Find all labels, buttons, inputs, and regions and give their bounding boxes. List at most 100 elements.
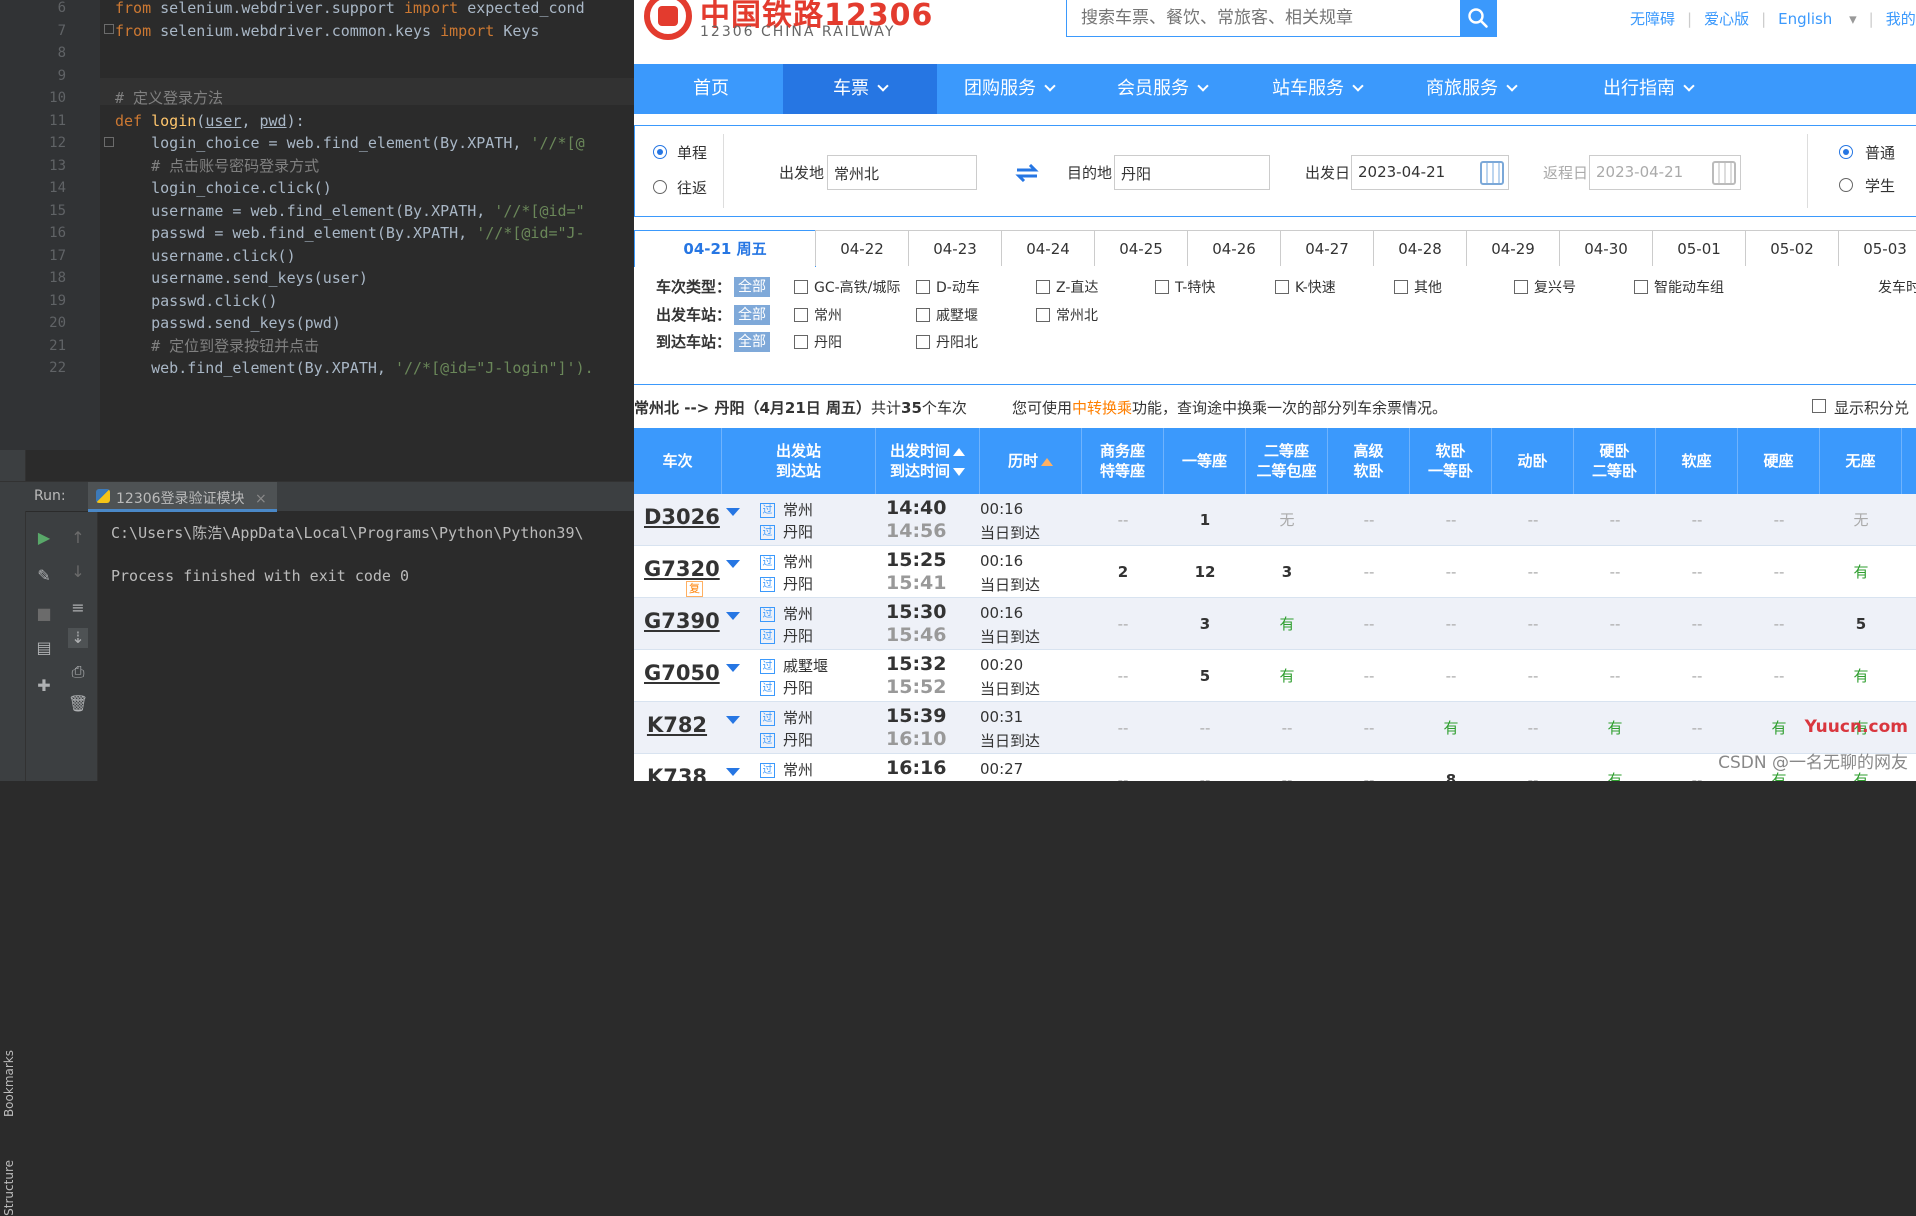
filter-checkbox[interactable] — [794, 280, 808, 294]
down-arrow-icon[interactable]: ↓ — [68, 562, 88, 582]
return-date-field[interactable]: 2023-04-21 — [1589, 155, 1741, 190]
from-station-name[interactable]: 戚墅堰 — [783, 657, 828, 675]
nav-item[interactable]: 出行指南 — [1548, 64, 1748, 114]
from-field[interactable]: 常州北 — [827, 155, 977, 190]
column-header[interactable]: 硬座 — [1738, 428, 1820, 494]
roundtrip-radio[interactable] — [653, 180, 667, 194]
column-header[interactable]: 动卧 — [1492, 428, 1574, 494]
top-link[interactable]: 无障碍 — [1630, 10, 1675, 28]
pin-icon[interactable]: ✚ — [34, 676, 54, 696]
column-header[interactable]: 硬卧 二等卧 — [1574, 428, 1656, 494]
date-tab[interactable]: 04-21 周五 — [634, 230, 816, 267]
column-header[interactable]: 一等座 — [1164, 428, 1246, 494]
date-tab[interactable]: 04-26 — [1187, 230, 1281, 266]
column-header[interactable]: 高级 软卧 — [1328, 428, 1410, 494]
seat-availability[interactable]: 有 — [1246, 650, 1328, 702]
date-tab[interactable]: 04-24 — [1001, 230, 1095, 266]
date-tab[interactable]: 04-28 — [1373, 230, 1467, 266]
train-number-link[interactable]: G7050 — [644, 661, 720, 685]
sort-up-icon[interactable] — [1041, 458, 1053, 466]
dropdown-icon[interactable] — [726, 768, 740, 776]
dropdown-icon[interactable] — [726, 664, 740, 672]
calendar-icon[interactable] — [1712, 161, 1736, 185]
filter-checkbox[interactable] — [1036, 280, 1050, 294]
to-field[interactable]: 丹阳 — [1114, 155, 1270, 190]
column-header[interactable]: 商务座 特等座 — [1082, 428, 1164, 494]
date-tab[interactable]: 05-01 — [1652, 230, 1746, 266]
dropdown-icon[interactable] — [726, 508, 740, 516]
top-link[interactable]: 我的1 — [1886, 10, 1916, 28]
filter-checkbox[interactable] — [916, 308, 930, 322]
seat-availability[interactable]: 有 — [1246, 598, 1328, 650]
date-tab[interactable]: 05-03 — [1838, 230, 1916, 266]
dropdown-icon[interactable] — [726, 716, 740, 724]
normal-ticket-radio[interactable] — [1839, 145, 1853, 159]
train-number-link[interactable]: D3026 — [644, 505, 720, 529]
date-tab[interactable]: 05-02 — [1745, 230, 1839, 266]
nav-item[interactable]: 车票 — [783, 64, 937, 114]
calendar-icon[interactable] — [1480, 161, 1504, 185]
student-ticket-radio[interactable] — [1839, 178, 1853, 192]
transfer-link[interactable]: 中转换乘 — [1072, 399, 1132, 417]
seat-availability[interactable]: 有 — [1574, 754, 1656, 781]
from-station-name[interactable]: 常州 — [783, 605, 813, 623]
from-station-name[interactable]: 常州 — [783, 501, 813, 519]
seat-availability[interactable]: 8 — [1410, 754, 1492, 781]
from-station-name[interactable]: 常州 — [783, 709, 813, 727]
run-tab[interactable]: 12306登录验证模块 × — [88, 482, 277, 512]
to-station-name[interactable]: 丹阳 — [783, 731, 813, 749]
filter-checkbox[interactable] — [1514, 280, 1528, 294]
seat-availability[interactable]: 有 — [1574, 702, 1656, 754]
nav-item[interactable]: 首页 — [634, 64, 788, 114]
filter-checkbox[interactable] — [1634, 280, 1648, 294]
sort-down-icon[interactable] — [953, 468, 965, 476]
seat-availability[interactable]: 3 — [1246, 546, 1328, 598]
dropdown-icon[interactable] — [726, 560, 740, 568]
filter-checkbox[interactable] — [916, 335, 930, 349]
search-input[interactable] — [1067, 0, 1461, 36]
filter-all-button[interactable]: 全部 — [734, 305, 770, 325]
layout-icon[interactable]: ▤ — [34, 638, 54, 658]
stop-icon[interactable]: ■ — [34, 604, 54, 624]
seat-availability[interactable]: 2 — [1082, 546, 1164, 598]
train-number-link[interactable]: K738 — [644, 765, 710, 781]
to-station-name[interactable]: 丹阳 — [783, 575, 813, 593]
soft-wrap-icon[interactable]: ≡ — [68, 598, 88, 618]
column-header[interactable]: 二等座 二等包座 — [1246, 428, 1328, 494]
train-number-link[interactable]: G7390 — [644, 609, 720, 633]
column-header[interactable]: 历时 — [980, 428, 1082, 494]
filter-checkbox[interactable] — [1036, 308, 1050, 322]
date-tab[interactable]: 04-30 — [1559, 230, 1653, 266]
column-header[interactable]: 出发时间 到达时间 — [876, 428, 980, 494]
oneway-radio[interactable] — [653, 145, 667, 159]
date-tab[interactable]: 04-22 — [815, 230, 909, 266]
date-tab[interactable]: 04-23 — [908, 230, 1002, 266]
bookmarks-tab[interactable]: Bookmarks — [2, 1050, 16, 1117]
filter-all-button[interactable]: 全部 — [734, 332, 770, 352]
nav-item[interactable]: 团购服务 — [932, 64, 1086, 114]
scroll-to-end-icon[interactable]: ⇣ — [68, 628, 88, 648]
seat-availability[interactable]: 5 — [1164, 650, 1246, 702]
depart-date-field[interactable]: 2023-04-21 — [1351, 155, 1509, 190]
seat-availability[interactable]: 5 — [1820, 598, 1902, 650]
seat-availability[interactable]: 1 — [1164, 494, 1246, 546]
fold-marker[interactable] — [104, 24, 114, 34]
run-icon[interactable]: ▶ — [34, 528, 54, 548]
from-station-name[interactable]: 常州 — [783, 761, 813, 779]
to-station-name[interactable]: 丹阳 — [783, 523, 813, 541]
filter-checkbox[interactable] — [1155, 280, 1169, 294]
swap-icon[interactable] — [1015, 164, 1039, 182]
console-output[interactable]: C:\Users\陈浩\AppData\Local\Programs\Pytho… — [98, 512, 640, 781]
seat-availability[interactable]: 有 — [1820, 650, 1902, 702]
code-editor[interactable]: from selenium.webdriver.support import e… — [115, 0, 640, 450]
column-header[interactable]: 软卧 一等卧 — [1410, 428, 1492, 494]
trash-icon[interactable]: 🗑 — [68, 694, 88, 714]
seat-availability[interactable]: 3 — [1164, 598, 1246, 650]
filter-checkbox[interactable] — [916, 280, 930, 294]
date-tab[interactable]: 04-25 — [1094, 230, 1188, 266]
filter-checkbox[interactable] — [794, 308, 808, 322]
train-number-link[interactable]: K782 — [644, 713, 710, 737]
to-station-name[interactable]: 丹阳 — [783, 627, 813, 645]
column-header[interactable]: 无座 — [1820, 428, 1902, 494]
top-link[interactable]: 爱心版 — [1704, 10, 1749, 28]
